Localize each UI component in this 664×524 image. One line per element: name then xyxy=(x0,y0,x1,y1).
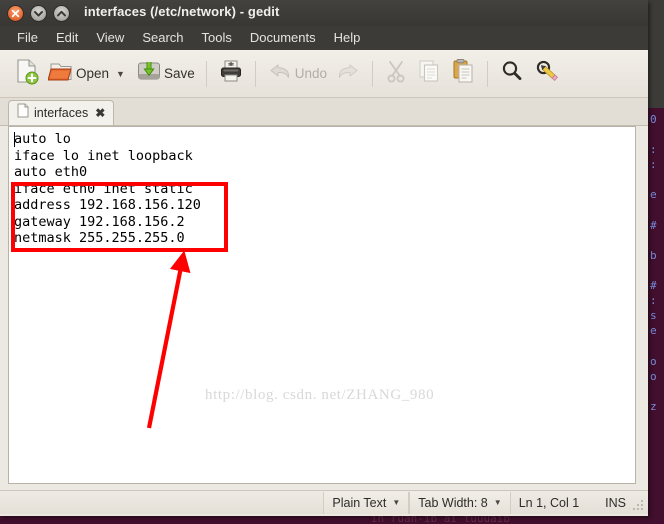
paste-button[interactable] xyxy=(446,54,480,94)
editor-text-content: auto lo iface lo inet loopback auto eth0… xyxy=(14,131,201,246)
chevron-down-icon: ▼ xyxy=(493,498,502,507)
editor-area[interactable]: auto lo iface lo inet loopback auto eth0… xyxy=(8,126,636,484)
undo-button-label: Undo xyxy=(294,66,328,81)
magnifier-icon xyxy=(499,57,525,90)
open-folder-icon xyxy=(47,57,74,90)
maximize-icon[interactable] xyxy=(53,5,70,22)
cursor-position-label: Ln 1, Col 1 xyxy=(518,495,580,510)
chevron-down-icon: ▼ xyxy=(392,498,401,507)
save-disk-icon xyxy=(136,57,162,90)
toolbar: Open ▼ Save Undo xyxy=(0,50,648,98)
printer-icon xyxy=(218,57,244,90)
menu-file[interactable]: File xyxy=(8,26,47,50)
replace-button[interactable] xyxy=(529,54,565,94)
tab-width-selector[interactable]: Tab Width: 8 ▼ xyxy=(409,491,511,514)
redo-arrow-icon xyxy=(335,57,361,90)
menu-edit[interactable]: Edit xyxy=(47,26,87,50)
resize-grip-icon[interactable] xyxy=(631,498,645,512)
gedit-window: interfaces (/etc/network) - gedit File E… xyxy=(0,0,648,516)
window-title: interfaces (/etc/network) - gedit xyxy=(84,4,280,19)
cut-button xyxy=(380,54,412,94)
magnifier-pencil-icon xyxy=(533,57,561,90)
open-dropdown-chevron-down-icon[interactable]: ▼ xyxy=(116,69,125,79)
language-label: Plain Text xyxy=(332,495,387,510)
toolbar-separator xyxy=(205,60,207,87)
language-selector[interactable]: Plain Text ▼ xyxy=(323,491,410,514)
tab-close-icon[interactable]: ✖ xyxy=(95,107,105,119)
menu-documents[interactable]: Documents xyxy=(241,26,325,50)
menubar: File Edit View Search Tools Documents He… xyxy=(0,26,648,50)
save-button[interactable]: Save xyxy=(132,54,199,94)
new-document-button[interactable] xyxy=(10,54,44,94)
background-terminal-text: 0 : : e # b # : s e o o z xyxy=(650,113,657,413)
undo-arrow-icon xyxy=(267,57,293,90)
open-button[interactable]: Open xyxy=(44,54,113,94)
open-button-label: Open xyxy=(76,66,110,81)
clipboard-icon xyxy=(450,57,476,90)
menu-view[interactable]: View xyxy=(87,26,133,50)
window-titlebar: interfaces (/etc/network) - gedit xyxy=(0,0,648,26)
menu-tools[interactable]: Tools xyxy=(193,26,241,50)
document-icon xyxy=(17,103,29,123)
minimize-icon[interactable] xyxy=(30,5,47,22)
print-button[interactable] xyxy=(214,54,248,94)
tabstrip: interfaces ✖ xyxy=(0,98,648,126)
tab-interfaces[interactable]: interfaces ✖ xyxy=(8,100,115,125)
find-button[interactable] xyxy=(495,54,529,94)
new-document-icon xyxy=(14,57,40,90)
statusbar: Plain Text ▼ Tab Width: 8 ▼ Ln 1, Col 1 … xyxy=(0,490,648,514)
toolbar-separator xyxy=(254,60,256,87)
tab-label: interfaces xyxy=(34,106,89,120)
watermark-text: http://blog. csdn. net/ZHANG_980 xyxy=(205,387,435,403)
close-icon[interactable] xyxy=(7,5,24,22)
redo-button xyxy=(331,54,365,94)
menu-search[interactable]: Search xyxy=(133,26,192,50)
save-button-label: Save xyxy=(163,66,195,81)
scissors-icon xyxy=(384,57,408,90)
tab-width-label: Tab Width: 8 xyxy=(418,495,488,510)
undo-button: Undo xyxy=(263,54,331,94)
toolbar-separator xyxy=(372,60,374,87)
menu-help[interactable]: Help xyxy=(325,26,370,50)
copy-button xyxy=(412,54,446,94)
toolbar-separator xyxy=(487,60,489,87)
copy-pages-icon xyxy=(416,57,442,90)
